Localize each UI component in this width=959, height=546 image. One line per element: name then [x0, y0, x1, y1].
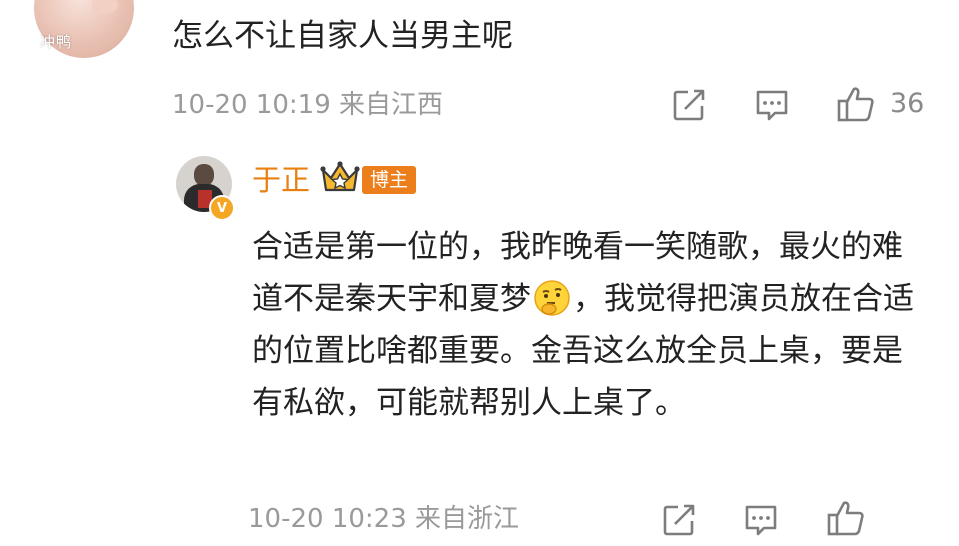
comment-icon[interactable] [743, 503, 779, 539]
thumbs-up-icon[interactable] [836, 84, 876, 124]
avatar-watermark-text: 冲鸭 [40, 33, 73, 51]
reply-meta: 10-20 10:23 来自浙江 [248, 504, 520, 534]
verified-v-icon: V [209, 195, 235, 221]
like-count: 36 [890, 88, 925, 119]
crown-icon [320, 160, 360, 198]
comment-meta: 10-20 10:19 来自江西 [172, 90, 444, 120]
share-icon[interactable] [672, 88, 706, 122]
share-icon[interactable] [662, 503, 696, 537]
thinking-emoji-icon [533, 279, 571, 317]
avatar-decoration [92, 0, 118, 14]
avatar-figure-head [194, 164, 214, 186]
comment-text: 怎么不让自家人当男主呢 [172, 18, 513, 54]
comment-icon[interactable] [754, 88, 790, 124]
reply-text: 合适是第一位的，我昨晚看一笑随歌，最火的难道不是秦天宇和夏梦 ，我觉得把演员放在… [252, 221, 932, 429]
reply-author-name[interactable]: 于正 [252, 160, 310, 200]
thumbs-up-icon[interactable] [826, 498, 866, 538]
blogger-badge: 博主 [362, 166, 417, 194]
